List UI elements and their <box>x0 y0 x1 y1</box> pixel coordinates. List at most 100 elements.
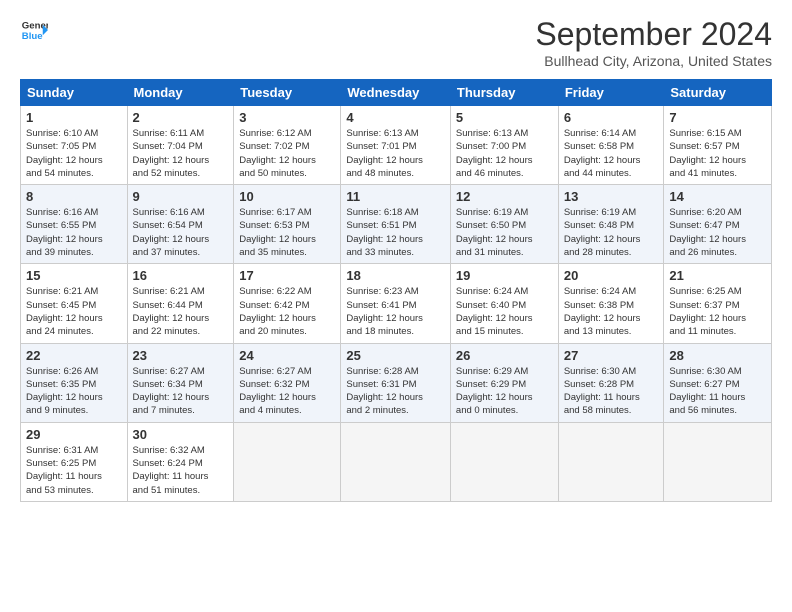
day-info: Sunrise: 6:21 AM Sunset: 6:44 PM Dayligh… <box>133 285 229 338</box>
day-info: Sunrise: 6:20 AM Sunset: 6:47 PM Dayligh… <box>669 206 766 259</box>
day-info: Sunrise: 6:18 AM Sunset: 6:51 PM Dayligh… <box>346 206 445 259</box>
day-info: Sunrise: 6:27 AM Sunset: 6:32 PM Dayligh… <box>239 365 335 418</box>
calendar-cell: 18 Sunrise: 6:23 AM Sunset: 6:41 PM Dayli… <box>341 264 451 343</box>
calendar-cell: 2Sunrise: 6:11 AM Sunset: 7:04 PM Daylig… <box>127 106 234 185</box>
day-number: 4 <box>346 110 445 125</box>
calendar-cell: 7 Sunrise: 6:15 AM Sunset: 6:57 PM Daylig… <box>664 106 772 185</box>
day-number: 29 <box>26 427 122 442</box>
svg-text:Blue: Blue <box>22 31 43 42</box>
day-number: 28 <box>669 348 766 363</box>
day-number: 9 <box>133 189 229 204</box>
month-title: September 2024 <box>535 16 772 53</box>
calendar-cell: 8 Sunrise: 6:16 AM Sunset: 6:55 PM Daylig… <box>21 185 128 264</box>
day-number: 20 <box>564 268 659 283</box>
location: Bullhead City, Arizona, United States <box>535 53 772 69</box>
day-info: Sunrise: 6:22 AM Sunset: 6:42 PM Dayligh… <box>239 285 335 338</box>
day-info: Sunrise: 6:28 AM Sunset: 6:31 PM Dayligh… <box>346 365 445 418</box>
calendar-cell: 26Sunrise: 6:29 AM Sunset: 6:29 PM Dayli… <box>450 343 558 422</box>
day-info: Sunrise: 6:10 AM Sunset: 7:05 PM Dayligh… <box>26 127 122 180</box>
calendar-cell <box>234 422 341 501</box>
calendar-cell: 20 Sunrise: 6:24 AM Sunset: 6:38 PM Dayli… <box>558 264 664 343</box>
calendar-cell: 19 Sunrise: 6:24 AM Sunset: 6:40 PM Dayli… <box>450 264 558 343</box>
day-number: 10 <box>239 189 335 204</box>
day-info: Sunrise: 6:16 AM Sunset: 6:55 PM Dayligh… <box>26 206 122 259</box>
day-info: Sunrise: 6:19 AM Sunset: 6:48 PM Dayligh… <box>564 206 659 259</box>
day-number: 21 <box>669 268 766 283</box>
day-number: 26 <box>456 348 553 363</box>
day-number: 17 <box>239 268 335 283</box>
calendar-cell: 22 Sunrise: 6:26 AM Sunset: 6:35 PM Dayli… <box>21 343 128 422</box>
day-info: Sunrise: 6:23 AM Sunset: 6:41 PM Dayligh… <box>346 285 445 338</box>
day-info: Sunrise: 6:14 AM Sunset: 6:58 PM Dayligh… <box>564 127 659 180</box>
day-number: 3 <box>239 110 335 125</box>
weekday-header-monday: Monday <box>127 80 234 106</box>
day-number: 27 <box>564 348 659 363</box>
day-number: 23 <box>133 348 229 363</box>
day-info: Sunrise: 6:30 AM Sunset: 6:27 PM Dayligh… <box>669 365 766 418</box>
calendar: SundayMondayTuesdayWednesdayThursdayFrid… <box>20 79 772 502</box>
weekday-header-saturday: Saturday <box>664 80 772 106</box>
calendar-cell: 14 Sunrise: 6:20 AM Sunset: 6:47 PM Dayli… <box>664 185 772 264</box>
day-number: 2 <box>133 110 229 125</box>
day-info: Sunrise: 6:24 AM Sunset: 6:38 PM Dayligh… <box>564 285 659 338</box>
calendar-cell: 29 Sunrise: 6:31 AM Sunset: 6:25 PM Dayli… <box>21 422 128 501</box>
calendar-cell <box>558 422 664 501</box>
calendar-cell: 17 Sunrise: 6:22 AM Sunset: 6:42 PM Dayli… <box>234 264 341 343</box>
calendar-cell: 28 Sunrise: 6:30 AM Sunset: 6:27 PM Dayli… <box>664 343 772 422</box>
title-block: September 2024 Bullhead City, Arizona, U… <box>535 16 772 69</box>
day-info: Sunrise: 6:19 AM Sunset: 6:50 PM Dayligh… <box>456 206 553 259</box>
day-number: 7 <box>669 110 766 125</box>
day-number: 25 <box>346 348 445 363</box>
day-number: 22 <box>26 348 122 363</box>
day-info: Sunrise: 6:30 AM Sunset: 6:28 PM Dayligh… <box>564 365 659 418</box>
day-info: Sunrise: 6:26 AM Sunset: 6:35 PM Dayligh… <box>26 365 122 418</box>
calendar-cell: 4 Sunrise: 6:13 AM Sunset: 7:01 PM Daylig… <box>341 106 451 185</box>
day-info: Sunrise: 6:32 AM Sunset: 6:24 PM Dayligh… <box>133 444 229 497</box>
calendar-cell: 11 Sunrise: 6:18 AM Sunset: 6:51 PM Dayli… <box>341 185 451 264</box>
calendar-cell: 1 Sunrise: 6:10 AM Sunset: 7:05 PM Daylig… <box>21 106 128 185</box>
calendar-cell <box>664 422 772 501</box>
calendar-week-3: 15Sunrise: 6:21 AM Sunset: 6:45 PM Dayli… <box>21 264 772 343</box>
day-info: Sunrise: 6:15 AM Sunset: 6:57 PM Dayligh… <box>669 127 766 180</box>
day-info: Sunrise: 6:31 AM Sunset: 6:25 PM Dayligh… <box>26 444 122 497</box>
day-info: Sunrise: 6:12 AM Sunset: 7:02 PM Dayligh… <box>239 127 335 180</box>
day-info: Sunrise: 6:16 AM Sunset: 6:54 PM Dayligh… <box>133 206 229 259</box>
day-info: Sunrise: 6:24 AM Sunset: 6:40 PM Dayligh… <box>456 285 553 338</box>
day-number: 6 <box>564 110 659 125</box>
calendar-cell: 6 Sunrise: 6:14 AM Sunset: 6:58 PM Daylig… <box>558 106 664 185</box>
calendar-cell: 13 Sunrise: 6:19 AM Sunset: 6:48 PM Dayli… <box>558 185 664 264</box>
day-number: 19 <box>456 268 553 283</box>
weekday-header-wednesday: Wednesday <box>341 80 451 106</box>
day-number: 1 <box>26 110 122 125</box>
day-number: 15 <box>26 268 122 283</box>
day-number: 16 <box>133 268 229 283</box>
day-info: Sunrise: 6:17 AM Sunset: 6:53 PM Dayligh… <box>239 206 335 259</box>
day-number: 24 <box>239 348 335 363</box>
calendar-cell: 30 Sunrise: 6:32 AM Sunset: 6:24 PM Dayli… <box>127 422 234 501</box>
day-number: 8 <box>26 189 122 204</box>
day-info: Sunrise: 6:13 AM Sunset: 7:01 PM Dayligh… <box>346 127 445 180</box>
day-number: 5 <box>456 110 553 125</box>
page: General Blue September 2024 Bullhead Cit… <box>0 0 792 612</box>
calendar-cell <box>341 422 451 501</box>
weekday-header-friday: Friday <box>558 80 664 106</box>
day-number: 14 <box>669 189 766 204</box>
logo-icon: General Blue <box>20 16 48 44</box>
calendar-week-2: 8 Sunrise: 6:16 AM Sunset: 6:55 PM Daylig… <box>21 185 772 264</box>
calendar-cell: 24 Sunrise: 6:27 AM Sunset: 6:32 PM Dayli… <box>234 343 341 422</box>
calendar-cell: 10 Sunrise: 6:17 AM Sunset: 6:53 PM Dayli… <box>234 185 341 264</box>
day-number: 18 <box>346 268 445 283</box>
calendar-week-4: 22 Sunrise: 6:26 AM Sunset: 6:35 PM Dayli… <box>21 343 772 422</box>
calendar-cell: 27 Sunrise: 6:30 AM Sunset: 6:28 PM Dayli… <box>558 343 664 422</box>
day-number: 11 <box>346 189 445 204</box>
day-number: 13 <box>564 189 659 204</box>
calendar-week-5: 29 Sunrise: 6:31 AM Sunset: 6:25 PM Dayli… <box>21 422 772 501</box>
calendar-cell: 23 Sunrise: 6:27 AM Sunset: 6:34 PM Dayli… <box>127 343 234 422</box>
calendar-cell: 12Sunrise: 6:19 AM Sunset: 6:50 PM Dayli… <box>450 185 558 264</box>
weekday-header-sunday: Sunday <box>21 80 128 106</box>
weekday-header-row: SundayMondayTuesdayWednesdayThursdayFrid… <box>21 80 772 106</box>
day-info: Sunrise: 6:25 AM Sunset: 6:37 PM Dayligh… <box>669 285 766 338</box>
day-info: Sunrise: 6:27 AM Sunset: 6:34 PM Dayligh… <box>133 365 229 418</box>
day-number: 30 <box>133 427 229 442</box>
calendar-cell: 9 Sunrise: 6:16 AM Sunset: 6:54 PM Daylig… <box>127 185 234 264</box>
